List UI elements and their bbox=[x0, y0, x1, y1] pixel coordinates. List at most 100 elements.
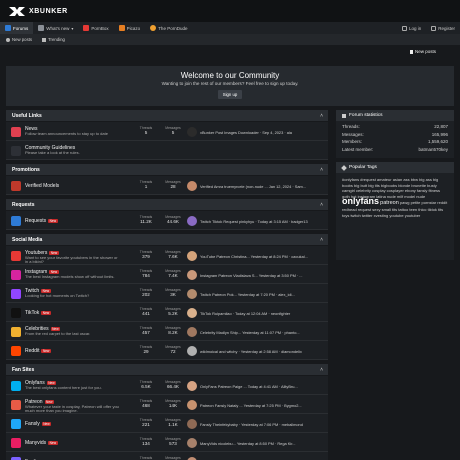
tag-onlyfans[interactable]: onlyfans bbox=[342, 196, 379, 206]
latest-post-link[interactable]: Instagram Patreon Vladislava S... Yester… bbox=[200, 273, 326, 278]
forum-node-row[interactable]: Verified Models Threads 1 Messages 28 Verifie… bbox=[6, 176, 328, 195]
avatar[interactable] bbox=[187, 399, 197, 410]
messages-count: Messages 5 bbox=[161, 126, 185, 135]
collapse-chevron-icon[interactable]: ˄ bbox=[320, 202, 323, 208]
forum-node-title-text: Reddit bbox=[25, 348, 40, 354]
avatar[interactable] bbox=[187, 180, 197, 191]
forum-node-row[interactable]: Manyvids New Threads 134 Messages 573 ManyVids… bbox=[6, 433, 328, 452]
picazo-icon bbox=[118, 25, 125, 31]
latest-post-link[interactable]: TikTok Ruipamilao · Today at 12:04 AM · … bbox=[200, 311, 326, 316]
collapse-chevron-icon[interactable]: ˄ bbox=[320, 367, 323, 373]
sign-up-button[interactable]: Sign up bbox=[217, 90, 243, 99]
forum-node-row[interactable]: Onlyfans New The best onlyfans content her… bbox=[6, 376, 328, 395]
section-title: Promotions bbox=[12, 166, 40, 173]
avatar[interactable] bbox=[187, 326, 197, 337]
xbunker-logo-icon[interactable] bbox=[8, 6, 26, 17]
login-link[interactable]: Log in bbox=[397, 22, 426, 34]
messages-value: 5.2K bbox=[168, 311, 178, 316]
forum-node-row[interactable]: Patreon New Whatever your taste in cosplay… bbox=[6, 395, 328, 414]
threads-value: 6.5K bbox=[141, 384, 151, 389]
sub-item-label: New posts bbox=[12, 37, 33, 42]
tag-patreon[interactable]: patreon bbox=[380, 200, 399, 207]
collapse-chevron-icon[interactable]: ˄ bbox=[320, 113, 323, 119]
tab-whats-new[interactable]: What's new ▾ bbox=[33, 22, 78, 34]
register-link[interactable]: Register bbox=[426, 22, 460, 34]
forum-node-row[interactable]: FanliaThreads7Messages97Fanlia Mika ... … bbox=[6, 452, 328, 460]
avatar[interactable] bbox=[187, 250, 197, 261]
section-header[interactable]: Social Media ˄ bbox=[6, 234, 328, 245]
latest-post-link[interactable]: Twitch Patreon Pok... Yesterday at 7:20 … bbox=[200, 292, 326, 297]
trending-link[interactable]: Trending bbox=[42, 37, 65, 42]
messages-count: Messages97 bbox=[161, 456, 185, 460]
avatar[interactable] bbox=[187, 418, 197, 429]
tab-the-porndude[interactable]: The PornDude bbox=[145, 22, 192, 34]
forum-node-row[interactable]: Instagram New The best Instagram models sh… bbox=[6, 265, 328, 284]
forum-node-title[interactable]: Reddit New bbox=[25, 348, 51, 354]
latest-post-link[interactable]: Celebrity Madlyn Ship... Yesterday at 11… bbox=[200, 330, 326, 335]
avatar[interactable] bbox=[187, 437, 197, 448]
latest-post-link[interactable]: Twitch Tiktok Request pinkyhyu · Today a… bbox=[200, 219, 326, 224]
threads-count: Threads 468 bbox=[134, 399, 158, 408]
site-name[interactable]: XBUNKER bbox=[29, 8, 68, 15]
new-posts-link[interactable]: New posts bbox=[6, 37, 32, 42]
forum-node-title[interactable]: TikTok New bbox=[25, 310, 51, 316]
avatar[interactable] bbox=[187, 345, 197, 356]
forum-node-row[interactable]: TikTok New Threads 441 Messages 5.2K TikTok Ru… bbox=[6, 303, 328, 322]
section-header[interactable]: Useful Links ˄ bbox=[6, 110, 328, 121]
messages-value: 573 bbox=[169, 441, 177, 446]
porndude-icon bbox=[150, 25, 157, 31]
tab-picazo[interactable]: Picazo bbox=[114, 22, 146, 34]
tab-forums[interactable]: Forums bbox=[0, 22, 34, 34]
forum-node-icon bbox=[11, 180, 21, 191]
avatar[interactable] bbox=[187, 215, 197, 226]
avatar[interactable] bbox=[187, 269, 197, 280]
forum-node-row[interactable]: Twitch New Looking for hot moments on Twit… bbox=[6, 284, 328, 303]
messages-count: Messages 5.2K bbox=[161, 307, 185, 316]
collapse-chevron-icon[interactable]: ˄ bbox=[320, 167, 323, 173]
avatar[interactable] bbox=[187, 126, 197, 137]
forum-node-row[interactable]: News Follow team announcements to stay up… bbox=[6, 122, 328, 141]
forum-node-title[interactable]: Manyvids New bbox=[25, 440, 58, 446]
forum-node-row[interactable]: Reddit New Threads 29 Messages 72 wildmoical a… bbox=[6, 341, 328, 360]
messages-count: Messages 7.6K bbox=[161, 250, 185, 259]
forum-node-row[interactable]: Fansly New Threads 221 Messages 1.1K Fansly Th… bbox=[6, 414, 328, 433]
tab-pornbox[interactable]: PornBox bbox=[78, 22, 113, 34]
forum-node-title[interactable]: Requests New bbox=[25, 218, 58, 224]
forum-node-title[interactable]: Verified Models bbox=[25, 183, 59, 189]
avatar[interactable] bbox=[187, 380, 197, 391]
section-header[interactable]: Fan Sites ˄ bbox=[6, 364, 328, 375]
forum-node-row[interactable]: Celebrities New From the red carpet to the… bbox=[6, 322, 328, 341]
forum-node-title[interactable]: Fansly New bbox=[25, 421, 52, 427]
forum-node-row[interactable]: Requests New Threads 11.2K Messages 44.6K Twit… bbox=[6, 211, 328, 230]
latest-post-link[interactable]: wildmoical and witchy · Yesterday at 2:5… bbox=[200, 349, 326, 354]
messages-value: 3K bbox=[170, 292, 176, 297]
latest-member-link[interactable]: batman570key bbox=[418, 147, 448, 152]
forum-node-title-text: Verified Models bbox=[25, 183, 60, 189]
account-links: Log in Register bbox=[397, 22, 460, 34]
latest-post-link[interactable]: OnlyFans Patreon Paige ... Today at 4:41… bbox=[200, 384, 326, 389]
forum-node-row[interactable]: Youtubers New Want to see your favorite yo… bbox=[6, 246, 328, 265]
new-badge: New bbox=[48, 440, 58, 445]
forum-node-row[interactable]: Community Guidelines Please take a look a… bbox=[6, 141, 328, 160]
section-header[interactable]: Promotions ˄ bbox=[6, 164, 328, 175]
tab-label: PornBox bbox=[91, 25, 109, 31]
messages-value: 44.6K bbox=[166, 219, 179, 224]
latest-post-link[interactable]: Fansly Theinfekybaby · Yesterday at 7:06… bbox=[200, 422, 326, 427]
latest-post-link[interactable]: Verified Amra truemyrcele (non-nude ... … bbox=[200, 184, 326, 189]
new-posts-button[interactable]: New posts bbox=[409, 49, 436, 54]
threads-count: Threads7 bbox=[134, 456, 158, 460]
latest-post-link[interactable]: ManyVids nicolebu... Yesterday at 8:50 P… bbox=[200, 441, 326, 446]
top-header: XBUNKER bbox=[0, 0, 460, 22]
latest-post-link[interactable]: YouTube Patreon Christina... Yesterday a… bbox=[200, 254, 326, 259]
forum-statistics-box: Forum statistics Threads: 22,807 Messages… bbox=[336, 110, 454, 158]
trending-icon bbox=[42, 37, 47, 42]
threads-value: 29 bbox=[143, 349, 149, 354]
avatar[interactable] bbox=[187, 307, 197, 318]
latest-post-link[interactable]: Patreon Fansly Nataly ... Yesterday at 7… bbox=[200, 403, 326, 408]
section-header[interactable]: Requests ˄ bbox=[6, 199, 328, 210]
avatar[interactable] bbox=[187, 456, 197, 460]
latest-post-link[interactable]: xBunker Post Images Downloader · Sep 4, … bbox=[200, 130, 326, 135]
avatar[interactable] bbox=[187, 288, 197, 299]
collapse-chevron-icon[interactable]: ˄ bbox=[320, 237, 323, 243]
messages-value: 1.1K bbox=[168, 422, 178, 427]
